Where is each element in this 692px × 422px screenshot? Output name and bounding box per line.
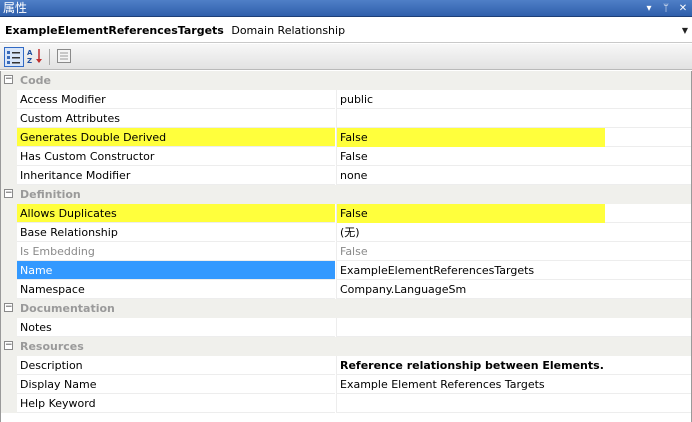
property-row-generates-double-derived[interactable]: Generates Double Derived False [1,128,691,147]
window-title: 属性 [3,1,28,15]
property-pages-icon [57,49,71,63]
close-icon[interactable]: ✕ [678,0,688,17]
property-row-namespace[interactable]: Namespace Company.LanguageSm [1,280,691,299]
property-row-custom-attributes[interactable]: Custom Attributes [1,109,691,128]
property-name: Generates Double Derived [17,128,335,147]
property-name: Name [17,261,335,280]
property-row-allows-duplicates[interactable]: Allows Duplicates False [1,204,691,223]
categorized-button[interactable] [4,47,24,67]
pin-icon[interactable]: ᛘ [661,0,671,17]
property-value[interactable] [336,318,691,337]
category-label: Resources [20,340,84,353]
property-row-help-keyword[interactable]: Help Keyword [1,394,691,413]
property-value[interactable]: Example Element References Targets [336,375,691,394]
alphabetical-button[interactable]: A Z [26,47,46,67]
category-resources[interactable]: − Resources [1,337,691,356]
property-name: Allows Duplicates [17,204,335,223]
toolbar-separator [49,49,50,65]
category-code[interactable]: − Code [1,71,691,90]
property-grid: − Code Access Modifier public Custom Att… [0,71,692,422]
property-value[interactable]: False [336,204,691,223]
window-title-bar: 属性 ▾ ᛘ ✕ [0,0,692,17]
property-value[interactable]: Reference relationship between Elements. [336,356,691,375]
object-type: Domain Relationship [231,24,346,37]
window-menu-icon[interactable]: ▾ [644,0,654,17]
property-value[interactable]: ExampleElementReferencesTargets [336,261,691,280]
object-name: ExampleElementReferencesTargets [5,24,224,37]
property-name: Notes [17,318,335,337]
property-name: Help Keyword [17,394,335,413]
object-selector[interactable]: ExampleElementReferencesTargets Domain R… [0,18,692,43]
highlighted-value: False [337,204,605,223]
property-value[interactable]: none [336,166,691,185]
property-row-has-custom-constructor[interactable]: Has Custom Constructor False [1,147,691,166]
category-label: Code [20,74,51,87]
collapse-icon[interactable]: − [4,341,13,350]
category-label: Documentation [20,302,115,315]
collapse-icon[interactable]: − [4,189,13,198]
property-name: Is Embedding [17,242,335,261]
property-row-display-name[interactable]: Display Name Example Element References … [1,375,691,394]
property-value[interactable] [336,394,691,413]
property-name: Has Custom Constructor [17,147,335,166]
property-value[interactable]: Company.LanguageSm [336,280,691,299]
property-row-inheritance-modifier[interactable]: Inheritance Modifier none [1,166,691,185]
property-name: Custom Attributes [17,109,335,128]
property-value[interactable]: False [336,147,691,166]
property-row-notes[interactable]: Notes [1,318,691,337]
property-value[interactable] [336,109,691,128]
highlighted-value: False [337,128,605,147]
property-row-access-modifier[interactable]: Access Modifier public [1,90,691,109]
categorized-icon [7,51,20,64]
sort-alphabetical-icon: A Z [27,49,42,65]
property-value[interactable]: False [336,128,691,147]
category-label: Definition [20,188,81,201]
property-row-name[interactable]: Name ExampleElementReferencesTargets [1,261,691,280]
svg-text:A: A [27,49,33,57]
property-value: False [336,242,691,261]
category-definition[interactable]: − Definition [1,185,691,204]
property-value[interactable]: public [336,90,691,109]
property-name: Inheritance Modifier [17,166,335,185]
property-row-base-relationship[interactable]: Base Relationship (无) [1,223,691,242]
property-name: Namespace [17,280,335,299]
category-documentation[interactable]: − Documentation [1,299,691,318]
svg-text:Z: Z [27,57,32,65]
property-name: Description [17,356,335,375]
property-value[interactable]: (无) [336,223,691,242]
property-pages-button[interactable] [55,47,75,67]
property-row-is-embedding[interactable]: Is Embedding False [1,242,691,261]
window-buttons: ▾ ᛘ ✕ [644,0,688,17]
chevron-down-icon[interactable]: ▼ [682,18,688,43]
property-row-description[interactable]: Description Reference relationship betwe… [1,356,691,375]
property-name: Display Name [17,375,335,394]
toolbar: A Z [0,44,692,70]
collapse-icon[interactable]: − [4,303,13,312]
collapse-icon[interactable]: − [4,75,13,84]
property-name: Base Relationship [17,223,335,242]
property-name: Access Modifier [17,90,335,109]
